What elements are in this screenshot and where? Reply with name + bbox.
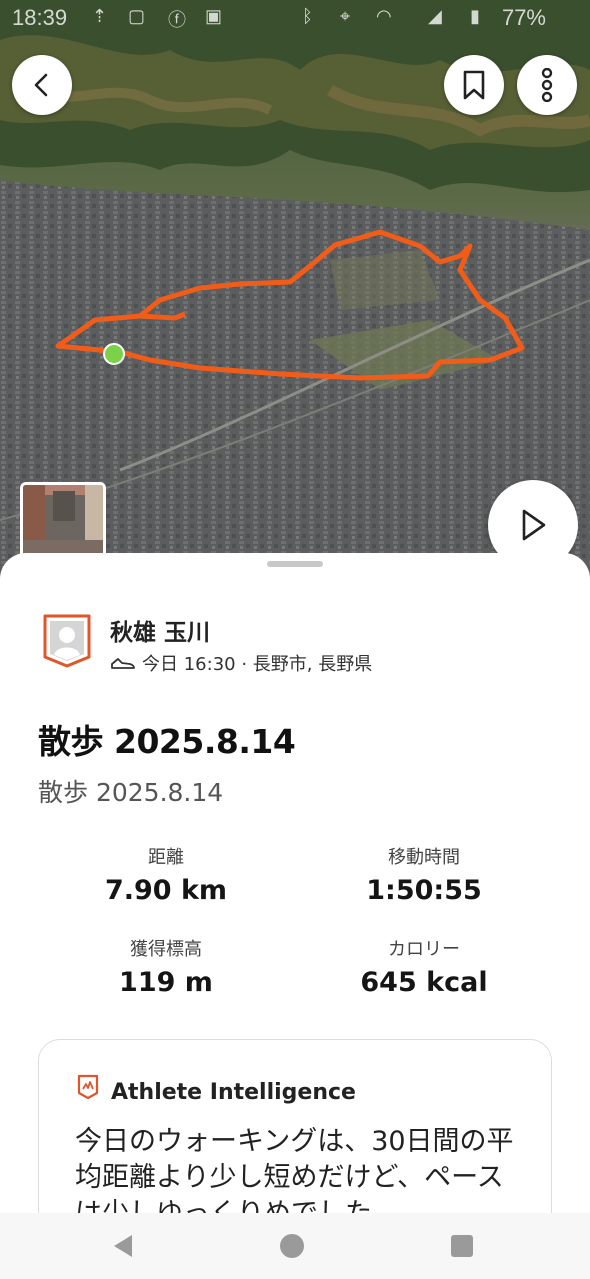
- location-icon: ⌖: [340, 6, 351, 26]
- athlete-intelligence-text: 今日のウォーキングは、30日間の平均距離より少し短めだけど、ペースは少しゆっくり…: [75, 1126, 514, 1213]
- bookmark-icon: [463, 70, 485, 100]
- activity-description: 散歩 2025.8.14: [38, 778, 224, 807]
- signal-icon: ◢: [428, 6, 442, 26]
- avatar[interactable]: [42, 613, 92, 668]
- nav-back-icon[interactable]: [110, 1233, 136, 1259]
- athlete-intelligence-title: Athlete Intelligence: [111, 1080, 356, 1105]
- facebook-icon: ⓕ: [168, 10, 186, 30]
- avatar-placeholder-icon: [43, 614, 91, 668]
- more-options-button[interactable]: [517, 55, 577, 115]
- stat-value-moving-time: 1:50:55: [366, 875, 482, 906]
- up-arrow-icon: ⇡: [92, 6, 108, 26]
- shoe-icon: [111, 658, 135, 669]
- screenshot-icon: ▢: [128, 6, 146, 26]
- stat-label-elevation: 獲得標高: [130, 939, 202, 960]
- start-marker: [103, 343, 125, 365]
- photo-image: [23, 485, 103, 563]
- activity-time-location: 今日 16:30 · 長野市, 長野県: [142, 654, 373, 675]
- bookmark-button[interactable]: [444, 55, 504, 115]
- nav-home-icon[interactable]: [279, 1233, 305, 1259]
- athlete-name[interactable]: 秋雄 玉川: [110, 613, 210, 647]
- more-vertical-icon: [541, 68, 553, 102]
- activity-title: 散歩 2025.8.14: [38, 722, 296, 761]
- wifi-icon: ◠: [376, 6, 392, 26]
- chevron-left-icon: [34, 73, 48, 97]
- image-icon: ▣: [205, 6, 223, 26]
- nav-recents-icon[interactable]: [450, 1234, 474, 1258]
- bluetooth-icon: ᛒ: [302, 6, 313, 26]
- battery-icon: ▮: [470, 6, 480, 26]
- athlete-intelligence-card[interactable]: Athlete Intelligence 今日のウォーキングは、30日間の平均距…: [38, 1039, 552, 1213]
- stat-label-distance: 距離: [148, 847, 184, 868]
- activity-meta: 今日 16:30 · 長野市, 長野県: [110, 650, 372, 676]
- stat-label-moving-time: 移動時間: [388, 847, 460, 868]
- athlete-intelligence-icon: [77, 1074, 99, 1100]
- drag-handle[interactable]: [267, 561, 323, 567]
- stat-value-elevation: 119 m: [119, 967, 213, 998]
- stat-value-calories: 645 kcal: [360, 967, 488, 998]
- route-map[interactable]: 18:39 ⇡ ▢ ⓕ ▣ ᛒ ⌖ ◠ ◢ ▮ 77%: [0, 0, 590, 580]
- stat-value-distance: 7.90 km: [104, 875, 228, 906]
- status-time: 18:39: [12, 5, 68, 30]
- battery-level: 77%: [501, 5, 546, 30]
- play-icon: [522, 509, 546, 541]
- status-bar: 18:39 ⇡ ▢ ⓕ ▣ ᛒ ⌖ ◠ ◢ ▮ 77%: [0, 0, 590, 36]
- stat-label-calories: カロリー: [388, 939, 460, 960]
- back-button[interactable]: [12, 55, 72, 115]
- system-nav-bar: [0, 1213, 590, 1279]
- activity-sheet[interactable]: 秋雄 玉川 今日 16:30 · 長野市, 長野県 散歩 2025.8.14 散…: [0, 553, 590, 1213]
